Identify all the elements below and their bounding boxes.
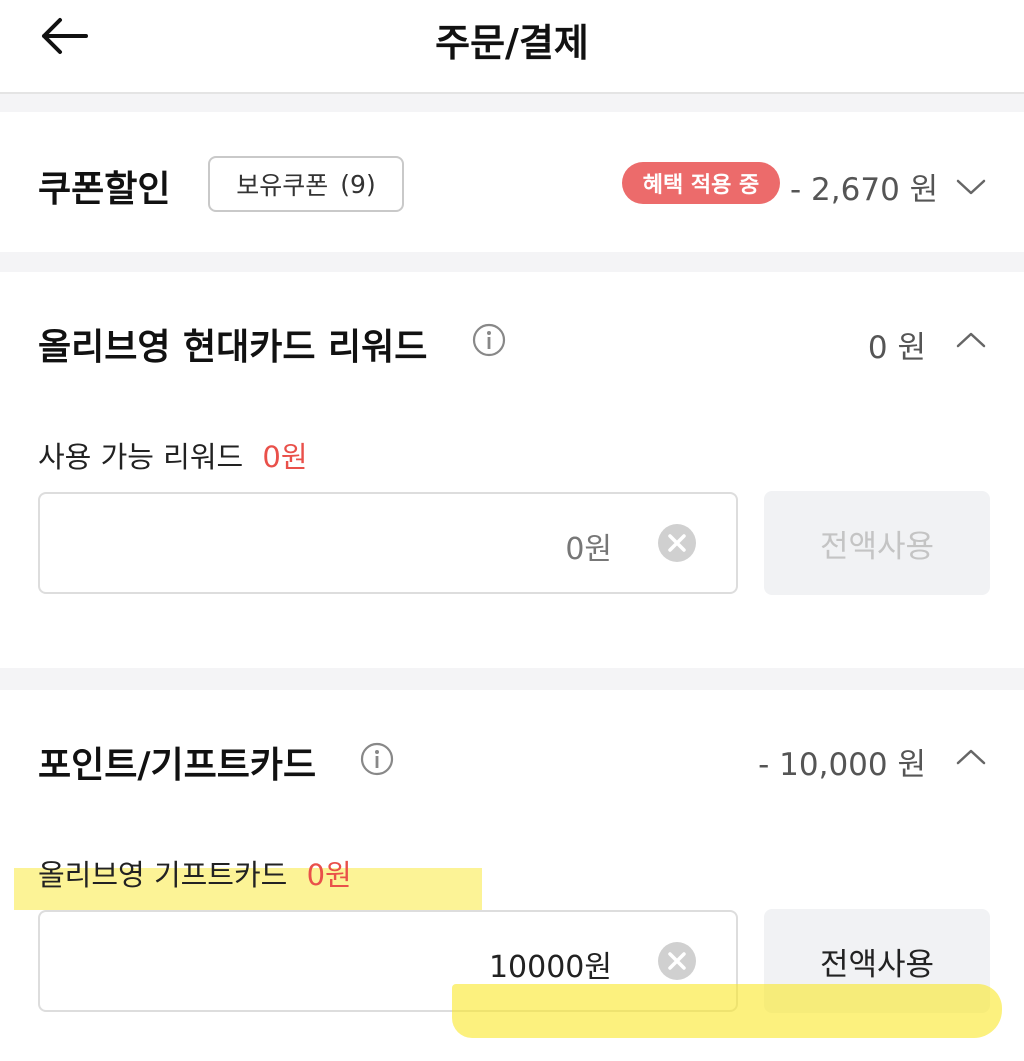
section-divider bbox=[0, 94, 1024, 112]
chevron-up-icon[interactable] bbox=[956, 748, 986, 766]
info-icon[interactable] bbox=[472, 323, 506, 357]
info-icon[interactable] bbox=[360, 742, 394, 776]
reward-input-value: 0원 bbox=[565, 532, 612, 567]
benefit-applied-badge: 혜택 적용 중 bbox=[622, 162, 780, 204]
page-title: 주문/결제 bbox=[435, 21, 589, 65]
coupon-section-title: 쿠폰할인 bbox=[38, 169, 171, 210]
available-reward-value: 0원 bbox=[262, 440, 308, 474]
chevron-down-icon[interactable] bbox=[956, 178, 986, 196]
coupon-discount-amount: - 2,670 원 bbox=[790, 172, 939, 208]
giftcard-label: 올리브영 기프트카드 bbox=[38, 858, 288, 892]
section-divider bbox=[0, 252, 1024, 272]
giftcard-input-value: 10000원 bbox=[488, 950, 612, 985]
point-section-title: 포인트/기프트카드 bbox=[38, 745, 317, 786]
reward-full-use-button[interactable]: 전액사용 bbox=[764, 491, 990, 595]
owned-coupon-label: 보유쿠폰 bbox=[236, 171, 329, 200]
reward-section-title: 올리브영 현대카드 리워드 bbox=[38, 327, 428, 368]
section-divider bbox=[0, 668, 1024, 690]
giftcard-balance-row: 올리브영 기프트카드 0원 bbox=[38, 852, 352, 894]
giftcard-balance-value: 0원 bbox=[306, 858, 352, 892]
reward-amount: 0 원 bbox=[867, 330, 926, 366]
owned-coupon-button[interactable]: 보유쿠폰 (9) bbox=[208, 156, 404, 212]
clear-icon[interactable] bbox=[657, 941, 697, 981]
available-reward-label: 사용 가능 리워드 bbox=[38, 440, 244, 474]
reward-amount-input[interactable] bbox=[38, 492, 738, 594]
yellow-highlight-mark bbox=[452, 984, 1002, 1038]
chevron-up-icon[interactable] bbox=[956, 331, 986, 349]
owned-coupon-count: (9) bbox=[340, 169, 376, 199]
available-reward-row: 사용 가능 리워드 0원 bbox=[38, 434, 308, 476]
clear-icon[interactable] bbox=[657, 523, 697, 563]
point-discount-amount: - 10,000 원 bbox=[758, 747, 926, 783]
